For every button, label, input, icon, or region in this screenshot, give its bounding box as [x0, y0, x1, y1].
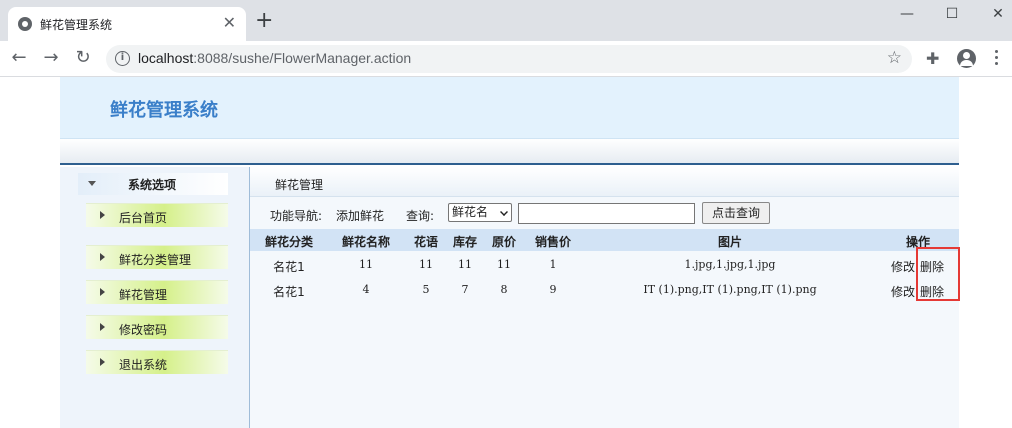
cell-language: 11	[419, 258, 433, 271]
main-content: 鲜花管理 功能导航: 添加鲜花 查询: 鲜花名 点击查询 鲜花分类 鲜花名称 花…	[250, 167, 959, 428]
arrow-right-icon	[100, 323, 105, 331]
add-flower-link[interactable]: 添加鲜花	[336, 207, 384, 224]
sidebar-item-label: 后台首页	[119, 211, 168, 225]
column-header: 鲜花名称	[341, 235, 391, 249]
table-header: 鲜花分类 鲜花名称 花语 库存 原价 销售价 图片 操作	[250, 229, 959, 251]
cell-stock: 7	[461, 283, 469, 296]
select-value: 鲜花名	[452, 205, 489, 219]
column-header: 图片	[717, 235, 743, 249]
cell-sale: 9	[549, 283, 557, 296]
header-band	[60, 139, 959, 165]
edit-link[interactable]: 修改	[891, 283, 915, 300]
tab-title: 鲜花管理系统	[40, 18, 113, 32]
query-label: 查询:	[406, 209, 435, 223]
collapse-arrow-icon	[88, 181, 96, 186]
globe-icon	[18, 17, 32, 31]
column-header: 原价	[491, 235, 517, 249]
arrow-right-icon	[100, 211, 105, 219]
query-field-select[interactable]: 鲜花名	[448, 203, 512, 222]
sidebar-item-label: 修改密码	[119, 323, 168, 337]
edit-link[interactable]: 修改	[891, 258, 915, 275]
table-row: 名花1 11 11 11 11 1 1.jpg,1.jpg,1.jpg 修改 删…	[250, 253, 959, 277]
cell-name: 11	[359, 258, 373, 271]
sidebar-heading-label: 系统选项	[128, 178, 177, 192]
browser-tab-strip: 鲜花管理系统 ✕ + — ☐ ✕	[0, 0, 1012, 41]
cell-sale: 1	[549, 258, 557, 271]
cell-name: 4	[362, 283, 370, 296]
column-header: 库存	[452, 235, 478, 249]
new-tab-button[interactable]: +	[255, 10, 273, 32]
maximize-icon[interactable]: ☐	[942, 6, 962, 22]
cell-price: 11	[497, 258, 511, 271]
extensions-icon[interactable]: ✚	[926, 49, 939, 68]
sidebar-item-flowers[interactable]: 鲜花管理	[86, 280, 228, 304]
window-close-icon[interactable]: ✕	[988, 6, 1008, 22]
app-header: 鲜花管理系统	[60, 77, 959, 139]
sidebar-heading[interactable]: 系统选项	[78, 173, 228, 195]
url-path: :8088/sushe/FlowerManager.action	[193, 50, 412, 66]
tab-close-icon[interactable]: ✕	[223, 13, 236, 32]
browser-toolbar: ← → ↻ i localhost:8088/sushe/FlowerManag…	[0, 41, 1012, 77]
cell-category: 名花1	[273, 260, 305, 274]
sidebar-item-label: 退出系统	[119, 358, 168, 372]
minimize-icon[interactable]: —	[897, 6, 917, 22]
column-header: 销售价	[534, 235, 572, 249]
sidebar-item-logout[interactable]: 退出系统	[86, 350, 228, 374]
bookmark-star-icon[interactable]: ☆	[887, 48, 902, 68]
arrow-right-icon	[100, 253, 105, 261]
content-heading: 鲜花管理	[275, 178, 324, 192]
sidebar-item-category[interactable]: 鲜花分类管理	[86, 245, 228, 269]
arrow-right-icon	[100, 358, 105, 366]
cell-images: IT (1).png,IT (1).png,IT (1).png	[643, 283, 817, 296]
column-header: 花语	[413, 235, 439, 249]
cell-category: 名花1	[273, 285, 305, 299]
url-text[interactable]: localhost:8088/sushe/FlowerManager.actio…	[138, 50, 411, 66]
address-bar[interactable]: i localhost:8088/sushe/FlowerManager.act…	[106, 45, 912, 73]
delete-highlight-box	[916, 247, 960, 301]
forward-icon[interactable]: →	[40, 47, 62, 68]
query-button[interactable]: 点击查询	[702, 202, 770, 224]
app-title: 鲜花管理系统	[110, 100, 218, 121]
reload-icon[interactable]: ↻	[72, 47, 94, 68]
table-row: 名花1 4 5 7 8 9 IT (1).png,IT (1).png,IT (…	[250, 278, 959, 302]
browser-menu-icon[interactable]	[995, 50, 999, 66]
content-heading-bar: 鲜花管理	[250, 167, 959, 197]
browser-tab[interactable]: 鲜花管理系统 ✕	[8, 7, 246, 41]
cell-language: 5	[422, 283, 430, 296]
sidebar: 系统选项 后台首页 鲜花分类管理 鲜花管理 修改密码 退出系统	[60, 167, 250, 428]
url-host: localhost	[138, 50, 194, 66]
chevron-down-icon	[500, 208, 508, 216]
sidebar-item-label: 鲜花分类管理	[119, 253, 192, 267]
sidebar-item-label: 鲜花管理	[119, 288, 168, 302]
page: 鲜花管理系统 系统选项 后台首页 鲜花分类管理 鲜花管理 修改密码 退出系统 鲜…	[60, 77, 959, 428]
cell-stock: 11	[458, 258, 472, 271]
query-input[interactable]	[518, 203, 695, 224]
sidebar-item-home[interactable]: 后台首页	[86, 203, 228, 227]
profile-avatar-icon[interactable]	[957, 49, 976, 68]
cell-images: 1.jpg,1.jpg,1.jpg	[684, 258, 776, 271]
site-info-icon[interactable]: i	[115, 51, 130, 66]
back-icon[interactable]: ←	[8, 47, 30, 68]
sidebar-item-password[interactable]: 修改密码	[86, 315, 228, 339]
func-nav-label: 功能导航:	[270, 209, 323, 223]
arrow-right-icon	[100, 288, 105, 296]
cell-price: 8	[500, 283, 508, 296]
column-header: 鲜花分类	[264, 235, 314, 249]
